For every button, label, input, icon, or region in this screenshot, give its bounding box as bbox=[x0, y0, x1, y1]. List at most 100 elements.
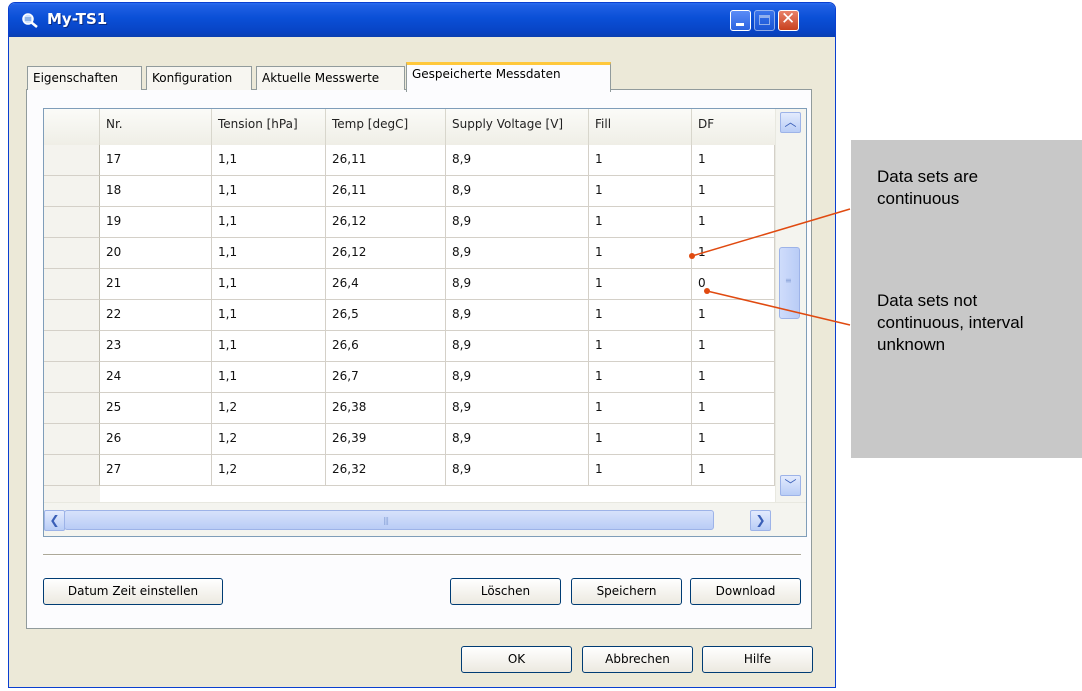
table-cell[interactable]: 19 bbox=[100, 207, 212, 238]
table-cell[interactable]: 23 bbox=[100, 331, 212, 362]
table-cell[interactable]: 8,9 bbox=[446, 145, 589, 176]
table-cell[interactable]: 1 bbox=[589, 176, 692, 207]
table-cell[interactable]: 26,38 bbox=[326, 393, 446, 424]
vertical-scroll-thumb[interactable]: ≡ bbox=[779, 247, 800, 319]
maximize-button[interactable] bbox=[754, 10, 775, 31]
scroll-right-button[interactable]: ❯ bbox=[750, 510, 771, 531]
table-row[interactable]: 21 1,1 26,4 8,9 1 0 bbox=[44, 269, 775, 300]
delete-button[interactable]: Löschen bbox=[450, 578, 561, 605]
column-header-nr[interactable]: Nr. bbox=[100, 109, 212, 145]
title-bar[interactable]: My-TS1 ✕ bbox=[9, 3, 835, 37]
table-cell[interactable]: 8,9 bbox=[446, 176, 589, 207]
table-cell[interactable]: 25 bbox=[100, 393, 212, 424]
table-cell[interactable]: 1 bbox=[692, 207, 775, 238]
save-button[interactable]: Speichern bbox=[571, 578, 682, 605]
table-cell[interactable]: 26,12 bbox=[326, 238, 446, 269]
table-cell[interactable]: 8,9 bbox=[446, 455, 589, 486]
table-cell[interactable]: 1 bbox=[692, 424, 775, 455]
table-row[interactable]: 18 1,1 26,11 8,9 1 1 bbox=[44, 176, 775, 207]
table-row[interactable]: 25 1,2 26,38 8,9 1 1 bbox=[44, 393, 775, 424]
set-datetime-button[interactable]: Datum Zeit einstellen bbox=[43, 578, 223, 605]
tab-aktuelle-messwerte[interactable]: Aktuelle Messwerte bbox=[256, 66, 405, 90]
cancel-button[interactable]: Abbrechen bbox=[582, 646, 693, 673]
horizontal-scrollbar[interactable]: ❮ ||| ❯ bbox=[44, 502, 806, 536]
table-cell[interactable]: 8,9 bbox=[446, 393, 589, 424]
column-header-df[interactable]: DF bbox=[692, 109, 775, 145]
table-cell[interactable]: 1,1 bbox=[212, 238, 326, 269]
scroll-down-button[interactable]: ﹀ bbox=[780, 475, 801, 496]
table-cell[interactable]: 1 bbox=[589, 393, 692, 424]
table-cell[interactable]: 26,12 bbox=[326, 207, 446, 238]
table-row[interactable]: 26 1,2 26,39 8,9 1 1 bbox=[44, 424, 775, 455]
row-selector[interactable] bbox=[44, 300, 100, 331]
table-cell[interactable]: 1 bbox=[692, 362, 775, 393]
scroll-left-button[interactable]: ❮ bbox=[44, 510, 65, 531]
row-selector[interactable] bbox=[44, 393, 100, 424]
table-cell[interactable]: 1,1 bbox=[212, 331, 326, 362]
table-cell[interactable]: 1,1 bbox=[212, 362, 326, 393]
table-cell[interactable]: 27 bbox=[100, 455, 212, 486]
data-grid[interactable]: Nr. Tension [hPa] Temp [degC] Supply Vol… bbox=[43, 108, 807, 537]
table-cell[interactable]: 26,11 bbox=[326, 176, 446, 207]
table-cell[interactable]: 26,5 bbox=[326, 300, 446, 331]
table-row[interactable]: 19 1,1 26,12 8,9 1 1 bbox=[44, 207, 775, 238]
table-cell[interactable]: 1 bbox=[589, 362, 692, 393]
table-cell[interactable]: 1 bbox=[589, 238, 692, 269]
table-cell[interactable]: 26 bbox=[100, 424, 212, 455]
table-cell[interactable]: 8,9 bbox=[446, 269, 589, 300]
minimize-button[interactable] bbox=[730, 10, 751, 31]
table-cell[interactable]: 8,9 bbox=[446, 238, 589, 269]
row-selector[interactable] bbox=[44, 455, 100, 486]
row-selector[interactable] bbox=[44, 269, 100, 300]
row-selector[interactable] bbox=[44, 145, 100, 176]
row-selector[interactable] bbox=[44, 176, 100, 207]
table-cell[interactable]: 1,1 bbox=[212, 145, 326, 176]
table-cell[interactable]: 26,6 bbox=[326, 331, 446, 362]
table-cell[interactable]: 1 bbox=[589, 331, 692, 362]
row-selector[interactable] bbox=[44, 207, 100, 238]
table-row[interactable]: 22 1,1 26,5 8,9 1 1 bbox=[44, 300, 775, 331]
table-cell[interactable]: 26,39 bbox=[326, 424, 446, 455]
table-cell[interactable]: 1,2 bbox=[212, 455, 326, 486]
table-cell[interactable]: 8,9 bbox=[446, 331, 589, 362]
table-cell[interactable]: 1 bbox=[589, 207, 692, 238]
table-cell[interactable]: 21 bbox=[100, 269, 212, 300]
table-row[interactable]: 17 1,1 26,11 8,9 1 1 bbox=[44, 145, 775, 176]
table-cell[interactable]: 18 bbox=[100, 176, 212, 207]
table-cell[interactable]: 1 bbox=[589, 424, 692, 455]
tab-konfiguration[interactable]: Konfiguration bbox=[146, 66, 252, 90]
row-selector[interactable] bbox=[44, 424, 100, 455]
table-cell[interactable]: 1 bbox=[692, 238, 775, 269]
horizontal-scroll-thumb[interactable]: ||| bbox=[64, 510, 714, 530]
table-cell[interactable]: 1,1 bbox=[212, 207, 326, 238]
row-selector[interactable] bbox=[44, 362, 100, 393]
table-cell[interactable]: 26,7 bbox=[326, 362, 446, 393]
table-cell[interactable]: 1 bbox=[692, 331, 775, 362]
table-cell[interactable]: 8,9 bbox=[446, 424, 589, 455]
table-cell[interactable]: 1 bbox=[589, 145, 692, 176]
column-header-fill[interactable]: Fill bbox=[589, 109, 692, 145]
table-cell[interactable]: 1 bbox=[692, 300, 775, 331]
table-cell[interactable]: 1 bbox=[692, 393, 775, 424]
table-row[interactable]: 24 1,1 26,7 8,9 1 1 bbox=[44, 362, 775, 393]
table-cell[interactable]: 1,1 bbox=[212, 269, 326, 300]
ok-button[interactable]: OK bbox=[461, 646, 572, 673]
vertical-scrollbar[interactable]: ︿ ≡ ﹀ bbox=[775, 109, 806, 502]
row-selector[interactable] bbox=[44, 331, 100, 362]
table-cell[interactable]: 17 bbox=[100, 145, 212, 176]
table-cell[interactable]: 8,9 bbox=[446, 300, 589, 331]
table-cell[interactable]: 1 bbox=[692, 145, 775, 176]
table-row[interactable]: 20 1,1 26,12 8,9 1 1 bbox=[44, 238, 775, 269]
column-header-supply-voltage[interactable]: Supply Voltage [V] bbox=[446, 109, 589, 145]
table-cell[interactable]: 26,32 bbox=[326, 455, 446, 486]
column-header-temp[interactable]: Temp [degC] bbox=[326, 109, 446, 145]
table-cell[interactable]: 1 bbox=[589, 455, 692, 486]
column-header-tension[interactable]: Tension [hPa] bbox=[212, 109, 326, 145]
table-cell[interactable]: 1 bbox=[692, 455, 775, 486]
scroll-up-button[interactable]: ︿ bbox=[780, 112, 801, 133]
table-cell[interactable]: 0 bbox=[692, 269, 775, 300]
download-button[interactable]: Download bbox=[690, 578, 801, 605]
table-cell[interactable]: 1 bbox=[589, 300, 692, 331]
table-cell[interactable]: 1 bbox=[692, 176, 775, 207]
table-cell[interactable]: 8,9 bbox=[446, 207, 589, 238]
